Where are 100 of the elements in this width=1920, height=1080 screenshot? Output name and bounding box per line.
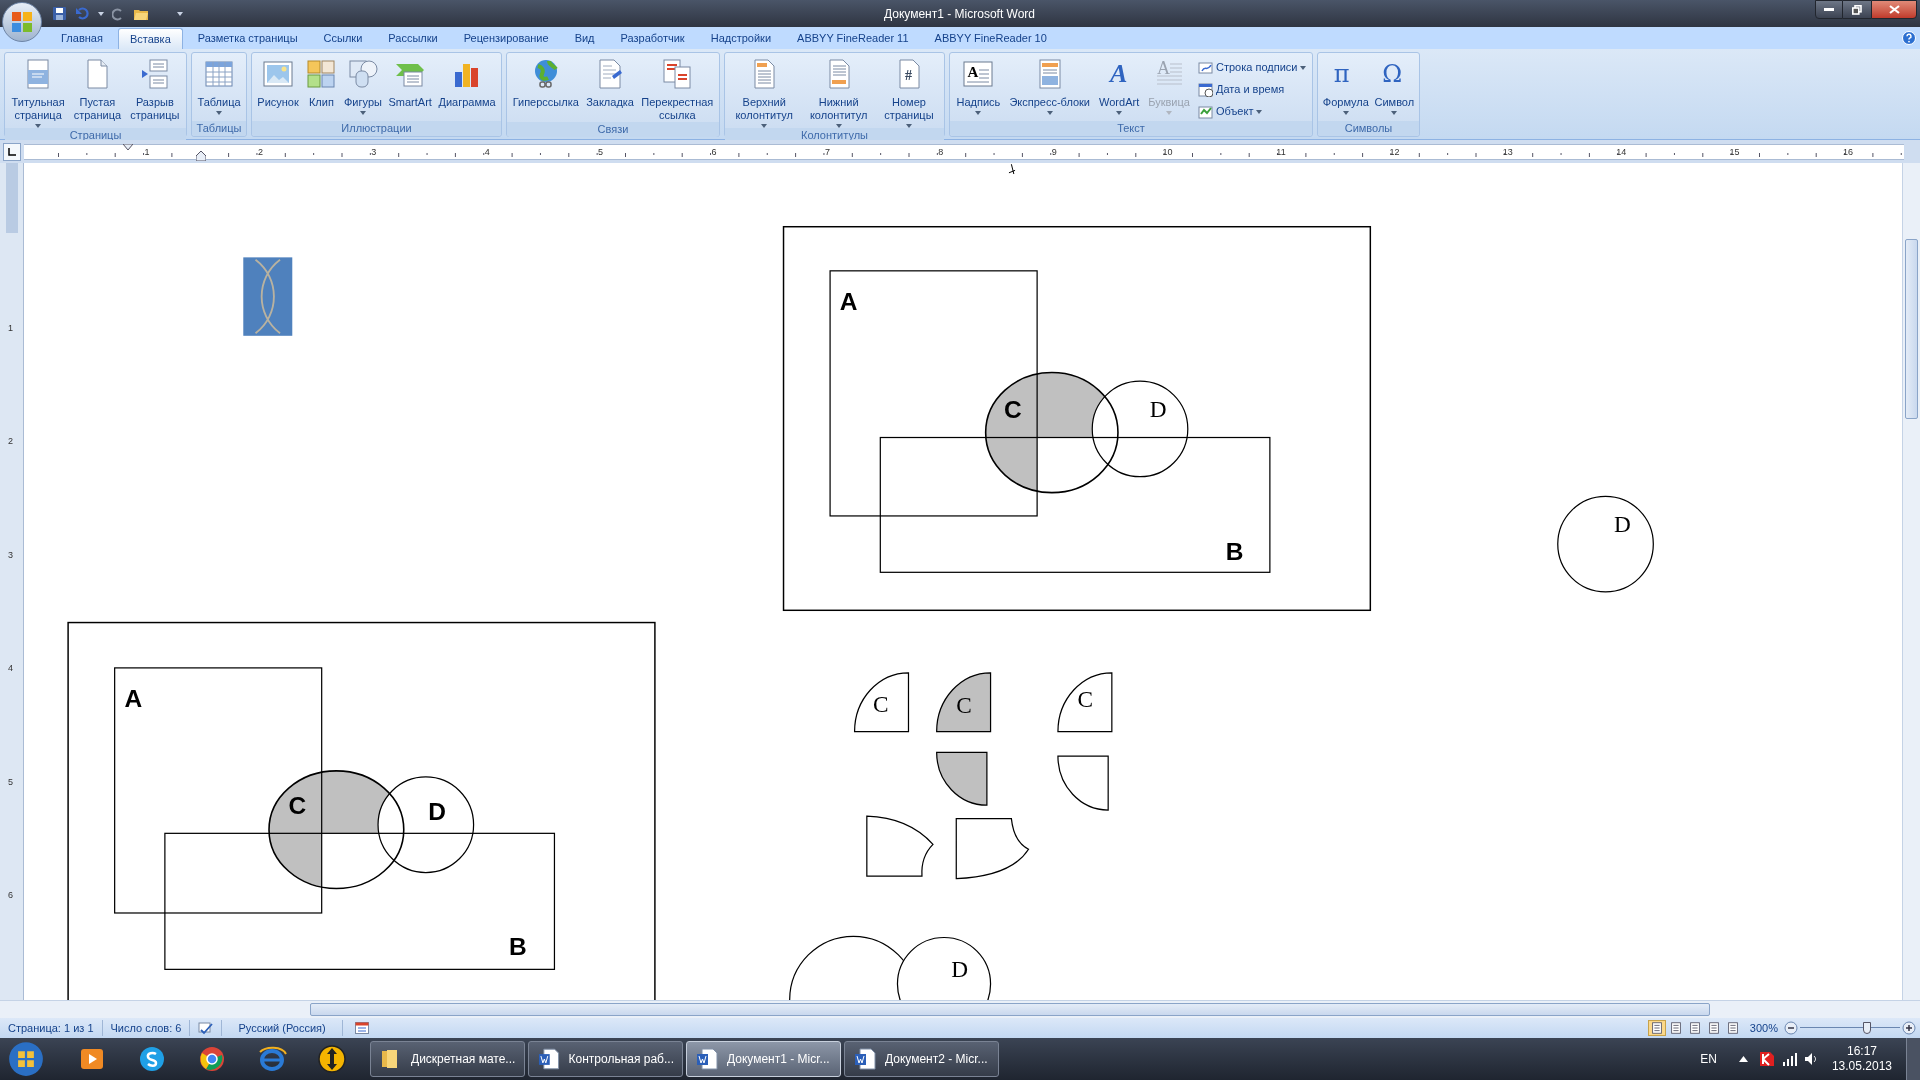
spelling-check-icon[interactable] bbox=[198, 1021, 214, 1035]
cross-reference-icon bbox=[661, 58, 694, 90]
ruler-number: 2 bbox=[8, 436, 13, 447]
ribbon-button[interactable]: Ω Символ bbox=[1372, 55, 1417, 116]
ribbon-tab[interactable]: Рассылки bbox=[377, 28, 449, 49]
clock-time[interactable]: 16:17 bbox=[1846, 1044, 1877, 1059]
horizontal-scrollbar[interactable] bbox=[0, 1000, 1920, 1018]
set-label: A bbox=[124, 685, 143, 713]
taskbar-window-button[interactable]: Контрольная раб... bbox=[528, 1041, 683, 1077]
ribbon-button[interactable]: Верхний колонтитул bbox=[733, 55, 795, 129]
shapes-icon bbox=[346, 58, 379, 90]
ribbon-button[interactable]: Разрыв страницы bbox=[128, 55, 182, 122]
set-label: B bbox=[509, 932, 527, 960]
redo-icon[interactable] bbox=[112, 6, 125, 21]
indent-marker-icon[interactable] bbox=[196, 150, 206, 161]
ribbon-button[interactable]: Гиперссылка bbox=[510, 55, 581, 109]
group-label: Таблицы bbox=[192, 121, 246, 136]
caret-icon bbox=[98, 11, 104, 16]
picture-icon bbox=[262, 58, 295, 90]
ruler-number: 9 bbox=[1051, 145, 1057, 158]
taskbar-window-button[interactable]: Дискретная мате... bbox=[370, 1041, 525, 1077]
show-hidden-icons-icon[interactable] bbox=[1738, 1056, 1748, 1062]
scrollbar-thumb[interactable] bbox=[310, 1003, 1710, 1016]
antivirus-icon[interactable] bbox=[1757, 1050, 1776, 1068]
ribbon-button[interactable]: Клип bbox=[303, 55, 340, 109]
ruler-number: 4 bbox=[484, 145, 490, 158]
set-label: C bbox=[288, 791, 307, 819]
ribbon-button[interactable]: Титульная страница bbox=[9, 55, 67, 129]
save-icon[interactable] bbox=[52, 6, 67, 21]
ribbon-button[interactable]: Нижний колонтитул bbox=[807, 55, 870, 129]
ribbon-button[interactable]: A Надпись bbox=[954, 55, 1003, 116]
set-label: D bbox=[428, 797, 446, 825]
ruler-number: 11 bbox=[1276, 145, 1286, 158]
ribbon-button[interactable]: A WordArt bbox=[1097, 55, 1142, 116]
clock-date[interactable]: 13.05.2013 bbox=[1831, 1059, 1892, 1074]
cursor-mark-icon bbox=[1008, 163, 1016, 175]
signal-icon[interactable] bbox=[1781, 1052, 1798, 1066]
ribbon-tab[interactable]: Ссылки bbox=[312, 28, 374, 49]
ribbon-tab[interactable]: ABBYY FineReader 10 bbox=[923, 28, 1058, 49]
calendar-icon bbox=[1198, 82, 1213, 97]
close-button[interactable] bbox=[1871, 0, 1917, 19]
page-count[interactable]: Страница: 1 из 1 bbox=[0, 1019, 103, 1037]
view-mode-icon[interactable] bbox=[1647, 1020, 1666, 1036]
download-icon[interactable] bbox=[316, 1043, 348, 1075]
ribbon-button[interactable]: SmartArt bbox=[386, 55, 434, 109]
ribbon-button[interactable]: Перекрестная ссылка bbox=[639, 55, 716, 122]
ruler-number: 10 bbox=[1162, 145, 1173, 158]
minimize-button[interactable] bbox=[1815, 0, 1843, 19]
ribbon-tab[interactable]: ABBYY FineReader 11 bbox=[786, 28, 920, 49]
ribbon-button[interactable]: Объект bbox=[1197, 102, 1308, 121]
ribbon-button[interactable]: Рисунок bbox=[255, 55, 301, 109]
ribbon-tab[interactable]: Вставка bbox=[117, 28, 183, 49]
ribbon-tab[interactable]: Разработчик bbox=[609, 28, 696, 49]
set-label: B bbox=[1225, 538, 1244, 566]
ruler-number: 4 bbox=[8, 663, 13, 674]
group-label: Текст bbox=[950, 121, 1312, 136]
macro-icon[interactable] bbox=[354, 1022, 369, 1034]
zoom-out-icon[interactable] bbox=[1784, 1021, 1798, 1035]
language-indicator[interactable]: Русский (Россия) bbox=[221, 1019, 343, 1037]
ribbon-tab[interactable]: Надстройки bbox=[699, 28, 783, 49]
scrollbar-thumb[interactable] bbox=[1905, 239, 1918, 419]
document-icon bbox=[853, 1047, 877, 1071]
ribbon-button[interactable]: Дата и время bbox=[1197, 80, 1308, 99]
ruler-margin bbox=[6, 163, 18, 233]
ribbon-button[interactable]: Фигуры bbox=[342, 55, 384, 116]
formula-icon: π bbox=[1329, 58, 1362, 90]
help-icon[interactable] bbox=[1902, 31, 1916, 45]
zoom-level[interactable]: 300% bbox=[1749, 1019, 1778, 1037]
start-button[interactable] bbox=[8, 1041, 44, 1077]
ribbon-tab[interactable]: Рецензирование bbox=[452, 28, 560, 49]
ribbon-tab[interactable]: Главная bbox=[50, 28, 114, 49]
ribbon-button[interactable]: # Номер страницы bbox=[882, 55, 936, 129]
ribbon-button[interactable]: Закладка bbox=[584, 55, 636, 109]
shape-label: C bbox=[1077, 686, 1094, 713]
ribbon-button[interactable]: Экспресс-блоки bbox=[1007, 55, 1092, 116]
ribbon-tab[interactable]: Вид bbox=[563, 28, 606, 49]
shape-label: C bbox=[956, 692, 972, 719]
zoom-in-icon[interactable] bbox=[1902, 1021, 1916, 1035]
zoom-slider-thumb[interactable] bbox=[1863, 1022, 1872, 1034]
restore-button[interactable] bbox=[1843, 0, 1871, 19]
word-count[interactable]: Число слов: 6 bbox=[102, 1019, 191, 1037]
tab-selector[interactable] bbox=[3, 142, 21, 161]
taskbar-window-button[interactable]: Документ1 - Micr... bbox=[686, 1041, 841, 1077]
taskbar-window-button[interactable]: Документ2 - Micr... bbox=[844, 1041, 999, 1077]
ruler-number: 2 bbox=[257, 145, 263, 158]
ruler-number: 1 bbox=[8, 323, 13, 333]
zoom-slider[interactable] bbox=[1800, 1021, 1900, 1035]
ribbon-button[interactable]: Строка подписи bbox=[1197, 58, 1308, 77]
input-language[interactable]: EN bbox=[1700, 1050, 1717, 1068]
vertical-scrollbar[interactable] bbox=[1902, 163, 1920, 1000]
ribbon-button[interactable]: Диаграмма bbox=[436, 55, 498, 109]
window-title: Документ1 - Microsoft Word bbox=[884, 6, 1036, 23]
ribbon-tab[interactable]: Разметка страницы bbox=[186, 28, 309, 49]
left-tab-icon bbox=[8, 147, 16, 156]
ribbon-button[interactable]: Таблица bbox=[195, 55, 243, 116]
ruler-number: 1 bbox=[144, 145, 150, 158]
ribbon-button[interactable]: Пустая страница bbox=[71, 55, 124, 122]
ribbon-button[interactable]: π Формула bbox=[1320, 55, 1371, 116]
ruler-number: 14 bbox=[1616, 145, 1627, 158]
signature-icon bbox=[1198, 60, 1213, 75]
